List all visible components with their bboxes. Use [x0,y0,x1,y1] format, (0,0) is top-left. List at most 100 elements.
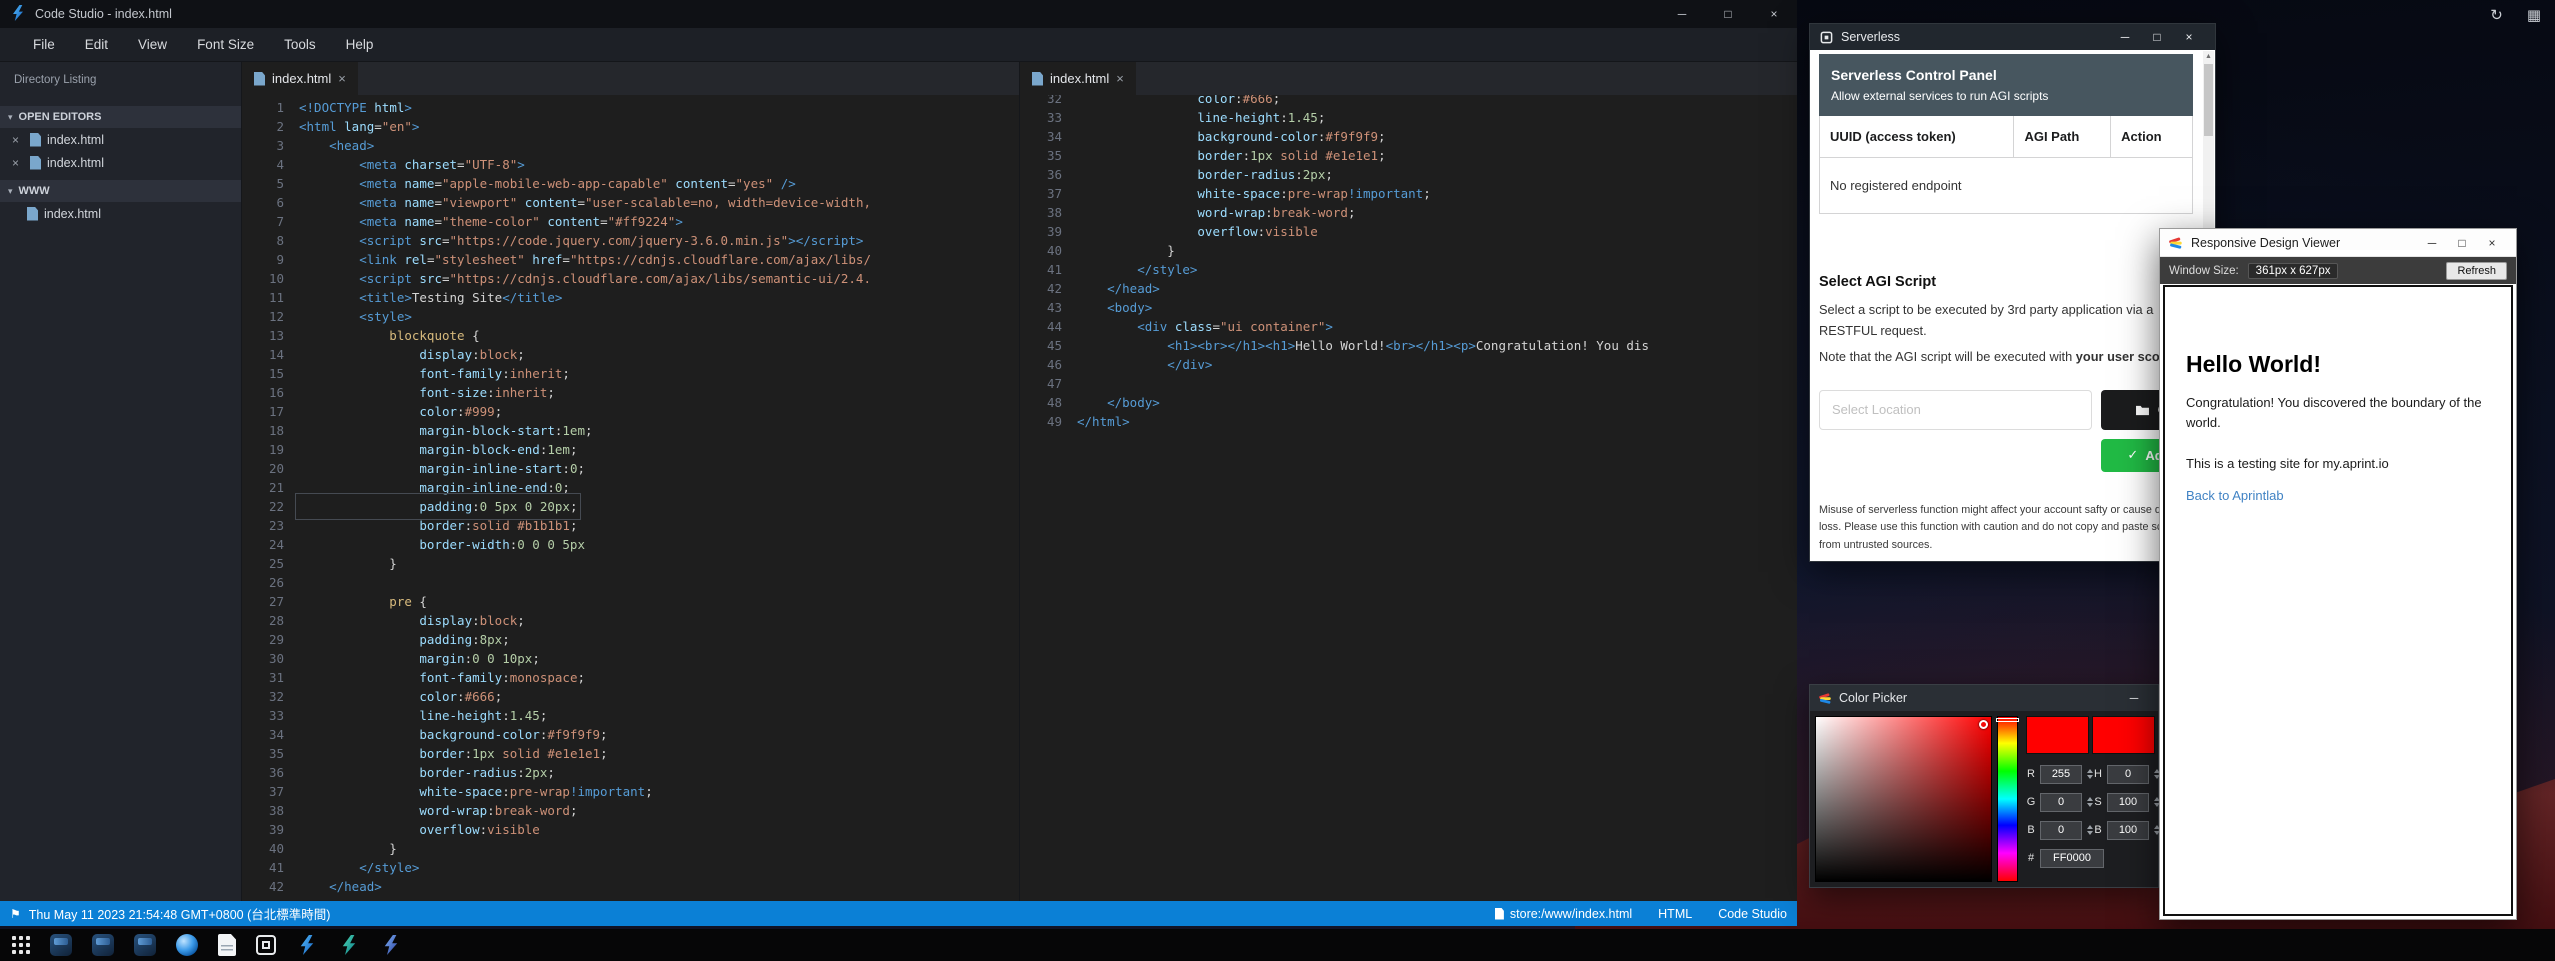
code-line-34[interactable]: 34 background-color:#f9f9f9; [1020,127,1797,146]
files-app[interactable] [218,934,236,956]
code-line-14[interactable]: 14 display:block; [242,345,1019,364]
code-line-30[interactable]: 30 margin:0 0 10px; [242,649,1019,668]
saturation-value-area[interactable] [1815,716,1992,882]
code-line-22[interactable]: 22 padding:0 5px 0 20px; [242,497,1019,516]
minimap[interactable] [928,100,958,326]
code-line-35[interactable]: 35 border:1px solid #e1e1e1; [242,744,1019,763]
code-line-37[interactable]: 37 white-space:pre-wrap!important; [242,782,1019,801]
code-line-36[interactable]: 36 border-radius:2px; [1020,165,1797,184]
code-line-41[interactable]: 41 </style> [1020,260,1797,279]
code-line-1[interactable]: 1<!DOCTYPE html> [242,98,1019,117]
code-line-34[interactable]: 34 background-color:#f9f9f9; [242,725,1019,744]
close-button[interactable]: × [2173,24,2205,50]
close-icon[interactable]: × [338,71,346,86]
code-line-17[interactable]: 17 color:#999; [242,402,1019,421]
code-line-45[interactable]: 45 <h1><br></h1><h1>Hello World!<br></h1… [1020,336,1797,355]
maximize-button[interactable]: □ [2141,24,2173,50]
apps-grid-icon[interactable]: ▦ [2527,6,2541,24]
code-line-38[interactable]: 38 word-wrap:break-word; [1020,203,1797,222]
status-app-name[interactable]: Code Studio [1718,907,1787,921]
menu-file[interactable]: File [18,28,70,62]
minimize-button[interactable]: ─ [2417,229,2447,257]
minimize-button[interactable]: ─ [2109,24,2141,50]
menu-view[interactable]: View [123,28,182,62]
cp-r-input[interactable]: 255 [2040,765,2082,784]
code-line-18[interactable]: 18 margin-block-start:1em; [242,421,1019,440]
code-line-20[interactable]: 20 margin-inline-start:0; [242,459,1019,478]
menu-help[interactable]: Help [331,28,389,62]
code-line-32[interactable]: 32 color:#666; [242,687,1019,706]
close-button[interactable]: × [2477,229,2507,257]
scroll-up-icon[interactable]: ▲ [2203,53,2214,60]
refresh-icon[interactable]: ↻ [2490,6,2503,24]
cp-g-input[interactable]: 0 [2040,793,2082,812]
code-line-36[interactable]: 36 border-radius:2px; [242,763,1019,782]
main-titlebar[interactable]: Code Studio - index.html ─ □ × [0,0,1797,28]
close-icon[interactable]: × [12,156,24,170]
back-to-aprintlab-link[interactable]: Back to Aprintlab [2186,488,2284,503]
app-window-3[interactable] [134,934,156,956]
menu-edit[interactable]: Edit [70,28,123,62]
code-line-31[interactable]: 31 font-family:monospace; [242,668,1019,687]
app-window-1[interactable] [50,934,72,956]
code-line-27[interactable]: 27 pre { [242,592,1019,611]
viewer-titlebar[interactable]: Responsive Design Viewer ─ □ × [2160,229,2516,257]
code-line-47[interactable]: 47 [1020,374,1797,393]
tab-index-html[interactable]: index.html × [242,62,358,95]
section-www[interactable]: ▾WWW [0,180,241,202]
serverless-app[interactable] [256,935,276,955]
code-line-33[interactable]: 33 line-height:1.45; [242,706,1019,725]
code-studio-instance-1[interactable] [296,934,318,956]
code-studio-instance-3[interactable] [380,934,402,956]
code-line-41[interactable]: 41 </style> [242,858,1019,877]
code-line-43[interactable]: 43 <body> [1020,298,1797,317]
code-line-13[interactable]: 13 blockquote { [242,326,1019,345]
code-line-16[interactable]: 16 font-size:inherit; [242,383,1019,402]
code-editor-2[interactable]: 32 color:#666;33 line-height:1.45;34 bac… [1020,89,1797,901]
cp-hex-input[interactable]: FF0000 [2040,849,2104,868]
close-icon[interactable]: × [12,133,24,147]
code-line-44[interactable]: 44 <div class="ui container"> [1020,317,1797,336]
code-line-37[interactable]: 37 white-space:pre-wrap!important; [1020,184,1797,203]
code-line-23[interactable]: 23 border:solid #b1b1b1; [242,516,1019,535]
code-line-33[interactable]: 33 line-height:1.45; [1020,108,1797,127]
code-line-6[interactable]: 6 <meta name="viewport" content="user-sc… [242,193,1019,212]
code-line-19[interactable]: 19 margin-block-end:1em; [242,440,1019,459]
code-line-15[interactable]: 15 font-family:inherit; [242,364,1019,383]
remote-flag-icon[interactable]: ⚑ [10,907,21,921]
start-button[interactable] [12,936,30,954]
app-window-2[interactable] [92,934,114,956]
code-line-7[interactable]: 7 <meta name="theme-color" content="#ff9… [242,212,1019,231]
code-line-21[interactable]: 21 margin-inline-end:0; [242,478,1019,497]
code-line-8[interactable]: 8 <script src="https://code.jquery.com/j… [242,231,1019,250]
sv-cursor[interactable] [1979,720,1988,729]
status-language[interactable]: HTML [1658,907,1692,921]
status-datetime[interactable]: Thu May 11 2023 21:54:48 GMT+0800 (台北標準時… [29,904,331,923]
code-line-29[interactable]: 29 padding:8px; [242,630,1019,649]
code-line-40[interactable]: 40 } [242,839,1019,858]
code-line-10[interactable]: 10 <script src="https://cdnjs.cloudflare… [242,269,1019,288]
hue-slider[interactable] [1997,716,2018,882]
close-button[interactable]: × [1751,0,1797,28]
section-open-editors[interactable]: ▾OPEN EDITORS [0,106,241,128]
code-line-3[interactable]: 3 <head> [242,136,1019,155]
code-line-39[interactable]: 39 overflow:visible [242,820,1019,839]
maximize-button[interactable]: □ [1705,0,1751,28]
code-editor-1[interactable]: 1<!DOCTYPE html>2<html lang="en">3 <head… [242,95,1019,901]
minimize-button[interactable]: ─ [2119,685,2149,711]
minimize-button[interactable]: ─ [1659,0,1705,28]
file-item-index.html[interactable]: ×index.html [0,151,241,174]
file-item-index.html[interactable]: index.html [0,202,241,225]
code-studio-instance-2[interactable] [338,934,360,956]
tab-index-html[interactable]: index.html × [1020,62,1136,95]
code-line-49[interactable]: 49</html> [1020,412,1797,431]
cp-s-input[interactable]: 100 [2107,793,2149,812]
code-line-38[interactable]: 38 word-wrap:break-word; [242,801,1019,820]
color-picker-titlebar[interactable]: Color Picker ─ [1810,685,2158,711]
code-line-42[interactable]: 42 </head> [242,877,1019,896]
serverless-titlebar[interactable]: Serverless ─ □ × [1810,24,2215,50]
menu-tools[interactable]: Tools [269,28,331,62]
browser-app[interactable] [176,934,198,956]
code-line-9[interactable]: 9 <link rel="stylesheet" href="https://c… [242,250,1019,269]
cp-b-input[interactable]: 0 [2040,821,2082,840]
